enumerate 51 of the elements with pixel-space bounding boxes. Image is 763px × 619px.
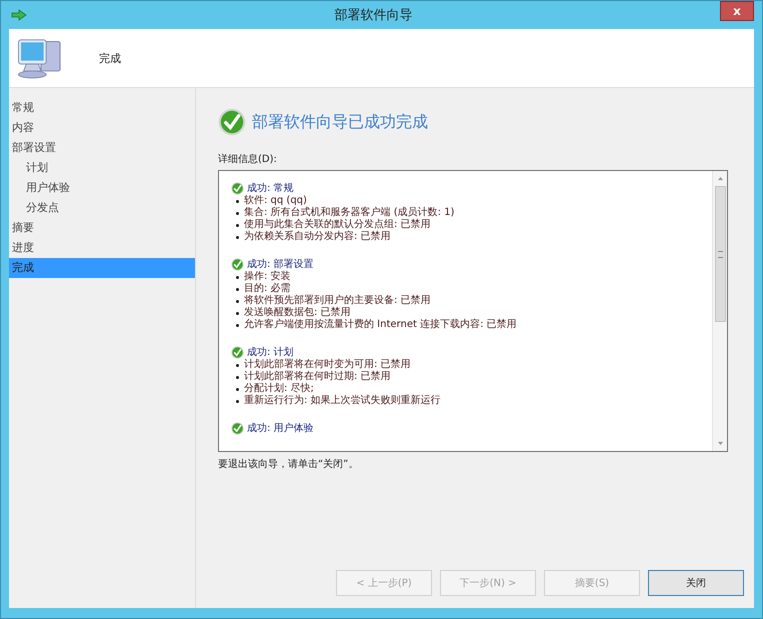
- bullet-icon: [236, 200, 239, 202]
- detail-line: 计划此部署将在何时变为可用: 已禁用: [244, 359, 411, 370]
- page-title: 完成: [99, 50, 121, 66]
- detail-line: 将软件预先部署到用户的主要设备: 已禁用: [244, 295, 431, 306]
- scroll-down-icon[interactable]: [716, 441, 724, 446]
- result-heading: 部署软件向导已成功完成: [252, 112, 428, 132]
- nav-item[interactable]: 分发点: [9, 198, 195, 218]
- window-title: 部署软件向导: [334, 7, 414, 24]
- section-title: 成功: 计划: [247, 346, 294, 358]
- wizard-button[interactable]: 关闭: [648, 570, 744, 596]
- detail-line: 发送唤醒数据包: 已禁用: [244, 307, 351, 318]
- scrollbar[interactable]: [712, 171, 727, 451]
- nav-item[interactable]: 内容: [9, 118, 195, 138]
- bullet-icon: [236, 376, 239, 378]
- bullet-icon: [236, 400, 239, 402]
- details-label: 详细信息(D):: [218, 152, 278, 166]
- nav-item[interactable]: 部署设置: [9, 138, 195, 158]
- detail-line: 目的: 必需: [244, 283, 291, 294]
- section-title: 成功: 用户体验: [247, 422, 314, 435]
- nav-item[interactable]: 摘要: [9, 218, 195, 238]
- bullet-icon: [236, 364, 239, 366]
- section-title: 成功: 部署设置: [247, 258, 314, 270]
- bullet-icon: [236, 324, 239, 326]
- bullet-icon: [236, 388, 239, 390]
- detail-line: 计划此部署将在何时过期: 已禁用: [244, 371, 391, 382]
- bullet-icon: [236, 236, 239, 238]
- bullet-icon: [236, 276, 239, 278]
- bullet-icon: [236, 312, 239, 314]
- detail-line: 重新运行行为: 如果上次尝试失败则重新运行: [244, 395, 441, 407]
- bullet-icon: [236, 212, 239, 214]
- detail-line: 分配计划: 尽快;: [244, 383, 314, 394]
- bullet-icon: [236, 288, 239, 290]
- detail-line: 为依赖关系自动分发内容: 已禁用: [244, 231, 391, 243]
- scroll-thumb[interactable]: [714, 186, 726, 322]
- scroll-up-icon[interactable]: [716, 176, 724, 181]
- nav-item[interactable]: 用户体验: [9, 178, 195, 198]
- detail-line: 操作: 安装: [244, 271, 291, 282]
- close-button[interactable]: x: [720, 1, 754, 21]
- arrow-icon: [11, 9, 27, 21]
- exit-hint: 要退出该向导，请单击“关闭”。: [218, 458, 360, 471]
- detail-line: 使用与此集合关联的默认分发点组: 已禁用: [244, 219, 431, 230]
- bullet-icon: [236, 300, 239, 302]
- detail-line: 集合: 所有台式机和服务器客户端 (成员计数: 1): [244, 207, 454, 218]
- nav-item[interactable]: 计划: [9, 158, 195, 178]
- bullet-icon: [236, 224, 239, 226]
- section-title: 成功: 常规: [247, 182, 294, 195]
- detail-line: 软件: qq (qq): [244, 195, 307, 206]
- detail-line: 允许客户端使用按流量计费的 Internet 连接下载内容: 已禁用: [244, 319, 517, 331]
- nav-item[interactable]: 进度: [9, 238, 195, 258]
- nav-item[interactable]: 完成: [9, 258, 195, 278]
- nav-item[interactable]: 常规: [9, 98, 195, 118]
